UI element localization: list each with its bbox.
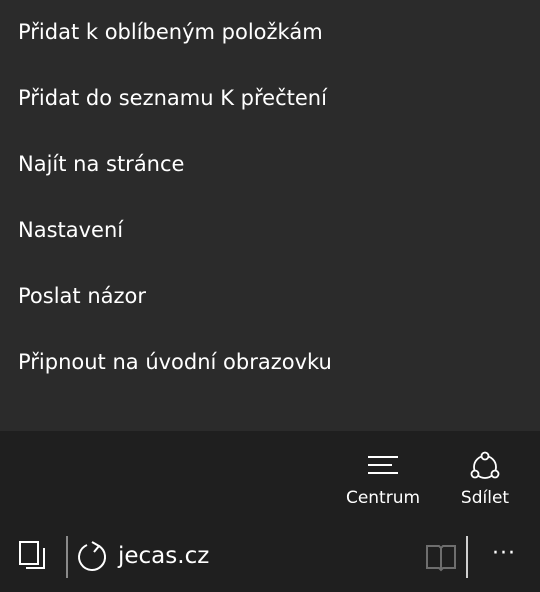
more-actions-menu: Přidat k oblíbeným položkám Přidat do se… (0, 0, 540, 431)
address-bar: jecas.cz ··· (0, 526, 540, 588)
url-text[interactable]: jecas.cz (118, 539, 209, 573)
divider (466, 536, 468, 578)
book-icon (426, 545, 456, 572)
refresh-icon[interactable] (75, 540, 109, 574)
divider (66, 536, 68, 578)
share-icon (470, 451, 500, 479)
menu-item-send-feedback[interactable]: Poslat názor (18, 276, 146, 316)
menu-item-settings[interactable]: Nastavení (18, 210, 123, 250)
menu-item-find-on-page[interactable]: Najít na stránce (18, 144, 184, 184)
menu-item-add-reading-list[interactable]: Přidat do seznamu K přečtení (18, 78, 327, 118)
hub-button[interactable]: Centrum (333, 451, 433, 521)
hub-lines-icon (368, 456, 398, 474)
menu-item-pin-to-start[interactable]: Připnout na úvodní obrazovku (18, 342, 332, 382)
share-label: Sdílet (460, 488, 510, 508)
more-button[interactable]: ··· (484, 534, 524, 574)
bottom-bar: Centrum Sdílet jecas.cz ··· (0, 431, 540, 592)
menu-item-add-favorite[interactable]: Přidat k oblíbeným položkám (18, 12, 323, 52)
share-button[interactable]: Sdílet (435, 451, 535, 521)
tabs-icon[interactable] (18, 540, 48, 572)
hub-label: Centrum (345, 488, 421, 508)
